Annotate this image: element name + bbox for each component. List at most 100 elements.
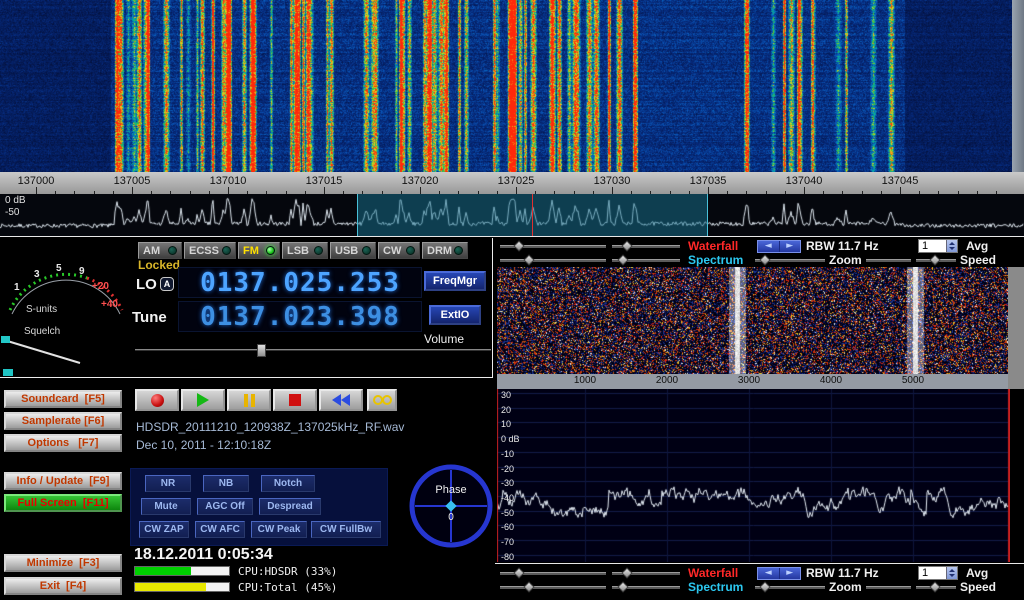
cw-fullbw-button[interactable]: CW FullBw <box>311 521 381 538</box>
spectrum-brightness-track-top[interactable] <box>500 259 606 262</box>
db-minus50-label: -50 <box>5 207 19 218</box>
frequency-ruler[interactable]: 1370001370051370101370151370201370251370… <box>0 172 1024 194</box>
mode-fm-button[interactable]: FM <box>238 242 280 259</box>
mode-led-icon <box>362 246 371 255</box>
db-scale-label: 20 <box>501 405 511 415</box>
arrow-right-icon[interactable]: ► <box>780 568 801 579</box>
mode-ecss-button[interactable]: ECSS <box>184 242 236 259</box>
arrow-left-icon[interactable]: ◄ <box>758 568 780 579</box>
rf-waterfall-display[interactable] <box>0 0 1024 172</box>
tune-frequency-display[interactable]: 0137.023.398 <box>178 301 422 332</box>
audio-spectrum-display[interactable]: 3020100 dB-10-20-30-40-50-60-70-80 <box>497 389 1010 562</box>
lo-frequency-display[interactable]: 0137.025.253 <box>178 267 422 298</box>
spectrum-brightness-thumb-top[interactable] <box>523 254 534 265</box>
exit-button[interactable]: Exit [F4] <box>4 577 122 595</box>
nb-button[interactable]: NB <box>203 475 249 492</box>
full-screen-button[interactable]: Full Screen [F11] <box>4 494 122 512</box>
speed-thumb-bottom[interactable] <box>929 581 940 592</box>
audio-waterfall-display[interactable] <box>497 267 1008 374</box>
rewind-button[interactable] <box>319 389 363 411</box>
mode-led-icon <box>222 246 231 255</box>
avg-select-spinner-icon[interactable] <box>946 567 957 579</box>
record-button[interactable] <box>135 389 179 411</box>
mode-cw-button[interactable]: CW <box>378 242 420 259</box>
smeter-tick-5: 5 <box>56 263 62 274</box>
mode-label: FM <box>243 245 259 257</box>
mode-drm-button[interactable]: DRM <box>422 242 468 259</box>
spectrum-label-bottom: Spectrum <box>688 580 743 594</box>
shift-arrows-bottom[interactable]: ◄► <box>757 567 801 580</box>
mode-lsb-button[interactable]: LSB <box>282 242 328 259</box>
loop-button[interactable] <box>367 389 397 411</box>
zoom-thumb-bottom[interactable] <box>759 581 770 592</box>
waterfall-contrast-thumb-top[interactable] <box>621 240 632 251</box>
tune-label: Tune <box>132 309 167 326</box>
agc-off-button[interactable]: AGC Off <box>197 498 253 515</box>
spectrum-contrast-thumb-bottom[interactable] <box>617 581 628 592</box>
tune-marker-line <box>532 194 533 236</box>
mode-am-button[interactable]: AM <box>138 242 182 259</box>
vfo-a-button[interactable]: A <box>160 277 174 291</box>
waterfall-label-bottom: Waterfall <box>688 566 738 580</box>
recording-timestamp: Dec 10, 2011 - 12:10:18Z <box>136 438 271 452</box>
minimize-button[interactable]: Minimize [F3] <box>4 554 122 572</box>
audio-frequency-axis: 10002000300040005000 <box>497 374 1008 389</box>
ruler-frequency-label: 137015 <box>297 175 351 187</box>
arrow-left-icon[interactable]: ◄ <box>758 241 780 252</box>
samplerate-button[interactable]: Samplerate [F6] <box>4 412 122 430</box>
freqmgr-button[interactable]: FreqMgr <box>424 271 486 291</box>
despread-button[interactable]: Despread <box>259 498 321 515</box>
avg-label-bottom: Avg <box>966 566 988 580</box>
arrow-right-icon[interactable]: ► <box>780 241 801 252</box>
avg-select-spinner-icon[interactable] <box>946 240 957 252</box>
hdsdr-app: 1370001370051370101370151370201370251370… <box>0 0 1024 600</box>
volume-thumb[interactable] <box>257 344 266 357</box>
right-panel-divider <box>495 563 1024 564</box>
cw-peak-button[interactable]: CW Peak <box>251 521 307 538</box>
pause-button[interactable] <box>227 389 271 411</box>
speed-thumb-top[interactable] <box>929 254 940 265</box>
play-button[interactable] <box>181 389 225 411</box>
lo-frequency-value[interactable]: 0137.025.253 <box>200 268 400 298</box>
options-button[interactable]: Options [F7] <box>4 434 122 452</box>
nr-button[interactable]: NR <box>145 475 191 492</box>
waterfall-contrast-thumb-bottom[interactable] <box>621 567 632 578</box>
squelch-indicator[interactable] <box>3 369 13 376</box>
info-update-button[interactable]: Info / Update [F9] <box>4 472 122 490</box>
mode-led-icon <box>168 246 177 255</box>
audio-freq-label: 5000 <box>893 375 933 386</box>
waterfall-brightness-thumb-top[interactable] <box>513 240 524 251</box>
squelch-label: Squelch <box>24 326 60 337</box>
right-control-bar-top: Waterfall◄►RBW 11.7 Hz1AvgSpectrumZoomSp… <box>495 238 1024 267</box>
db-scale-label: -60 <box>501 522 514 532</box>
cw-zap-button[interactable]: CW ZAP <box>139 521 189 538</box>
ruler-frequency-label: 137020 <box>393 175 447 187</box>
mode-usb-button[interactable]: USB <box>330 242 376 259</box>
zoom-thumb-top[interactable] <box>759 254 770 265</box>
waterfall-label-top: Waterfall <box>688 239 738 253</box>
smeter-tick-9: 9 <box>79 266 85 277</box>
cw-afc-button[interactable]: CW AFC <box>195 521 245 538</box>
avg-select-top[interactable]: 1 <box>918 239 958 253</box>
tune-frequency-value[interactable]: 0137.023.398 <box>200 302 400 332</box>
mode-button-row: AMECSS FM LSBUSB CW DRM <box>0 242 492 261</box>
soundcard-button[interactable]: Soundcard [F5] <box>4 390 122 408</box>
waterfall-brightness-thumb-bottom[interactable] <box>513 567 524 578</box>
avg-select-bottom[interactable]: 1 <box>918 566 958 580</box>
ruler-frequency-label: 137045 <box>873 175 927 187</box>
volume-track[interactable] <box>135 349 491 351</box>
volume-slider[interactable] <box>135 344 491 357</box>
mute-button[interactable]: Mute <box>141 498 191 515</box>
stop-button[interactable] <box>273 389 317 411</box>
mode-label: CW <box>383 245 401 257</box>
shift-arrows-top[interactable]: ◄► <box>757 240 801 253</box>
rf-spectrum-display[interactable]: 0 dB -50 <box>0 194 1024 236</box>
spectrum-contrast-thumb-top[interactable] <box>617 254 628 265</box>
spectrum-brightness-track-bottom[interactable] <box>500 586 606 589</box>
extio-button[interactable]: ExtIO <box>429 305 481 325</box>
phase-label: Phase <box>407 484 495 496</box>
left-panel-divider <box>0 377 493 378</box>
spectrum-brightness-thumb-bottom[interactable] <box>523 581 534 592</box>
notch-button[interactable]: Notch <box>261 475 315 492</box>
db-zero-label: 0 dB <box>5 195 26 206</box>
